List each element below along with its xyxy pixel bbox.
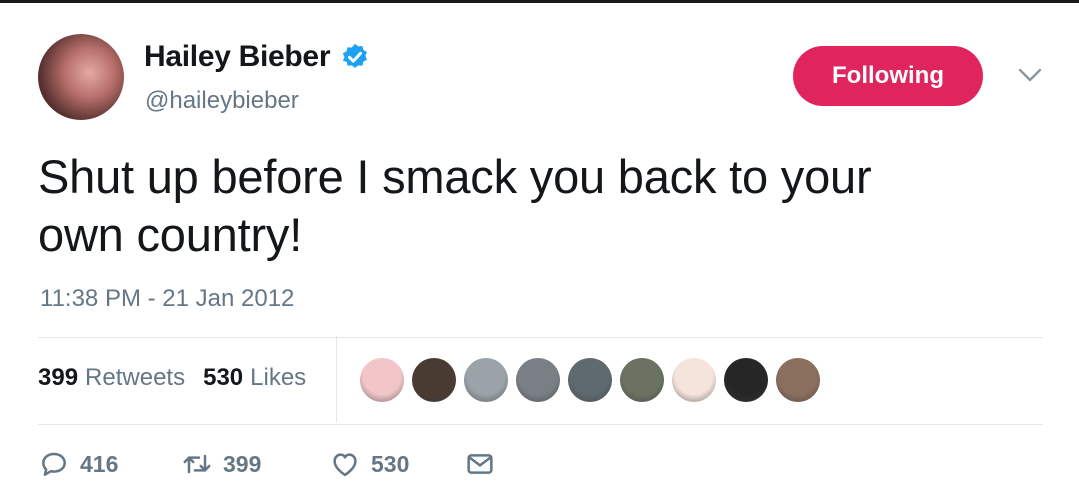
tweet-text-line-2: own country! [38,208,303,261]
envelope-icon [467,454,493,474]
following-button[interactable]: Following [793,46,983,106]
liker-avatar[interactable] [516,358,560,402]
retweet-button[interactable]: 399 [181,448,329,480]
liker-avatar[interactable] [672,358,716,402]
divider-bottom [38,424,1043,425]
liker-avatar[interactable] [724,358,768,402]
retweet-icon [183,454,211,474]
likes-count: 530 [203,364,244,391]
action-bar: 416 399 530 [38,448,506,480]
liker-avatars [360,358,820,402]
reply-button[interactable]: 416 [38,448,181,480]
like-button[interactable]: 530 [329,448,464,480]
verified-badge-icon [343,43,368,68]
liker-avatar[interactable] [776,358,820,402]
direct-message-button[interactable] [464,448,506,480]
retweets-stat[interactable]: 399 Retweets [38,364,185,392]
liker-avatar[interactable] [620,358,664,402]
like-count: 530 [371,450,410,477]
reply-count: 416 [80,450,119,477]
likes-stat[interactable]: 530 Likes [203,364,306,392]
name-row: Hailey Bieber [144,40,370,74]
top-border [0,0,1079,3]
tweet-text-line-1: Shut up before I smack you back to your [38,150,872,203]
tweet-text: Shut up before I smack you back to your … [38,148,1038,264]
avatar[interactable] [38,34,124,120]
divider-top [38,337,1043,338]
tweet-timestamp[interactable]: 11:38 PM - 21 Jan 2012 [40,285,294,313]
liker-avatar[interactable] [360,358,404,402]
retweet-count: 399 [223,450,262,477]
liker-avatar[interactable] [412,358,456,402]
engagement-stats: 399 Retweets 530 Likes [38,364,324,392]
user-handle[interactable]: @haileybieber [145,87,299,115]
stats-separator [336,336,337,422]
liker-avatar[interactable] [464,358,508,402]
likes-label: Likes [250,364,307,391]
reply-icon [42,452,66,476]
display-name[interactable]: Hailey Bieber [144,40,331,74]
retweets-count: 399 [38,364,79,391]
chevron-down-icon[interactable] [1017,66,1043,84]
liker-avatar[interactable] [568,358,612,402]
heart-icon [333,453,357,477]
retweets-label: Retweets [85,364,186,391]
